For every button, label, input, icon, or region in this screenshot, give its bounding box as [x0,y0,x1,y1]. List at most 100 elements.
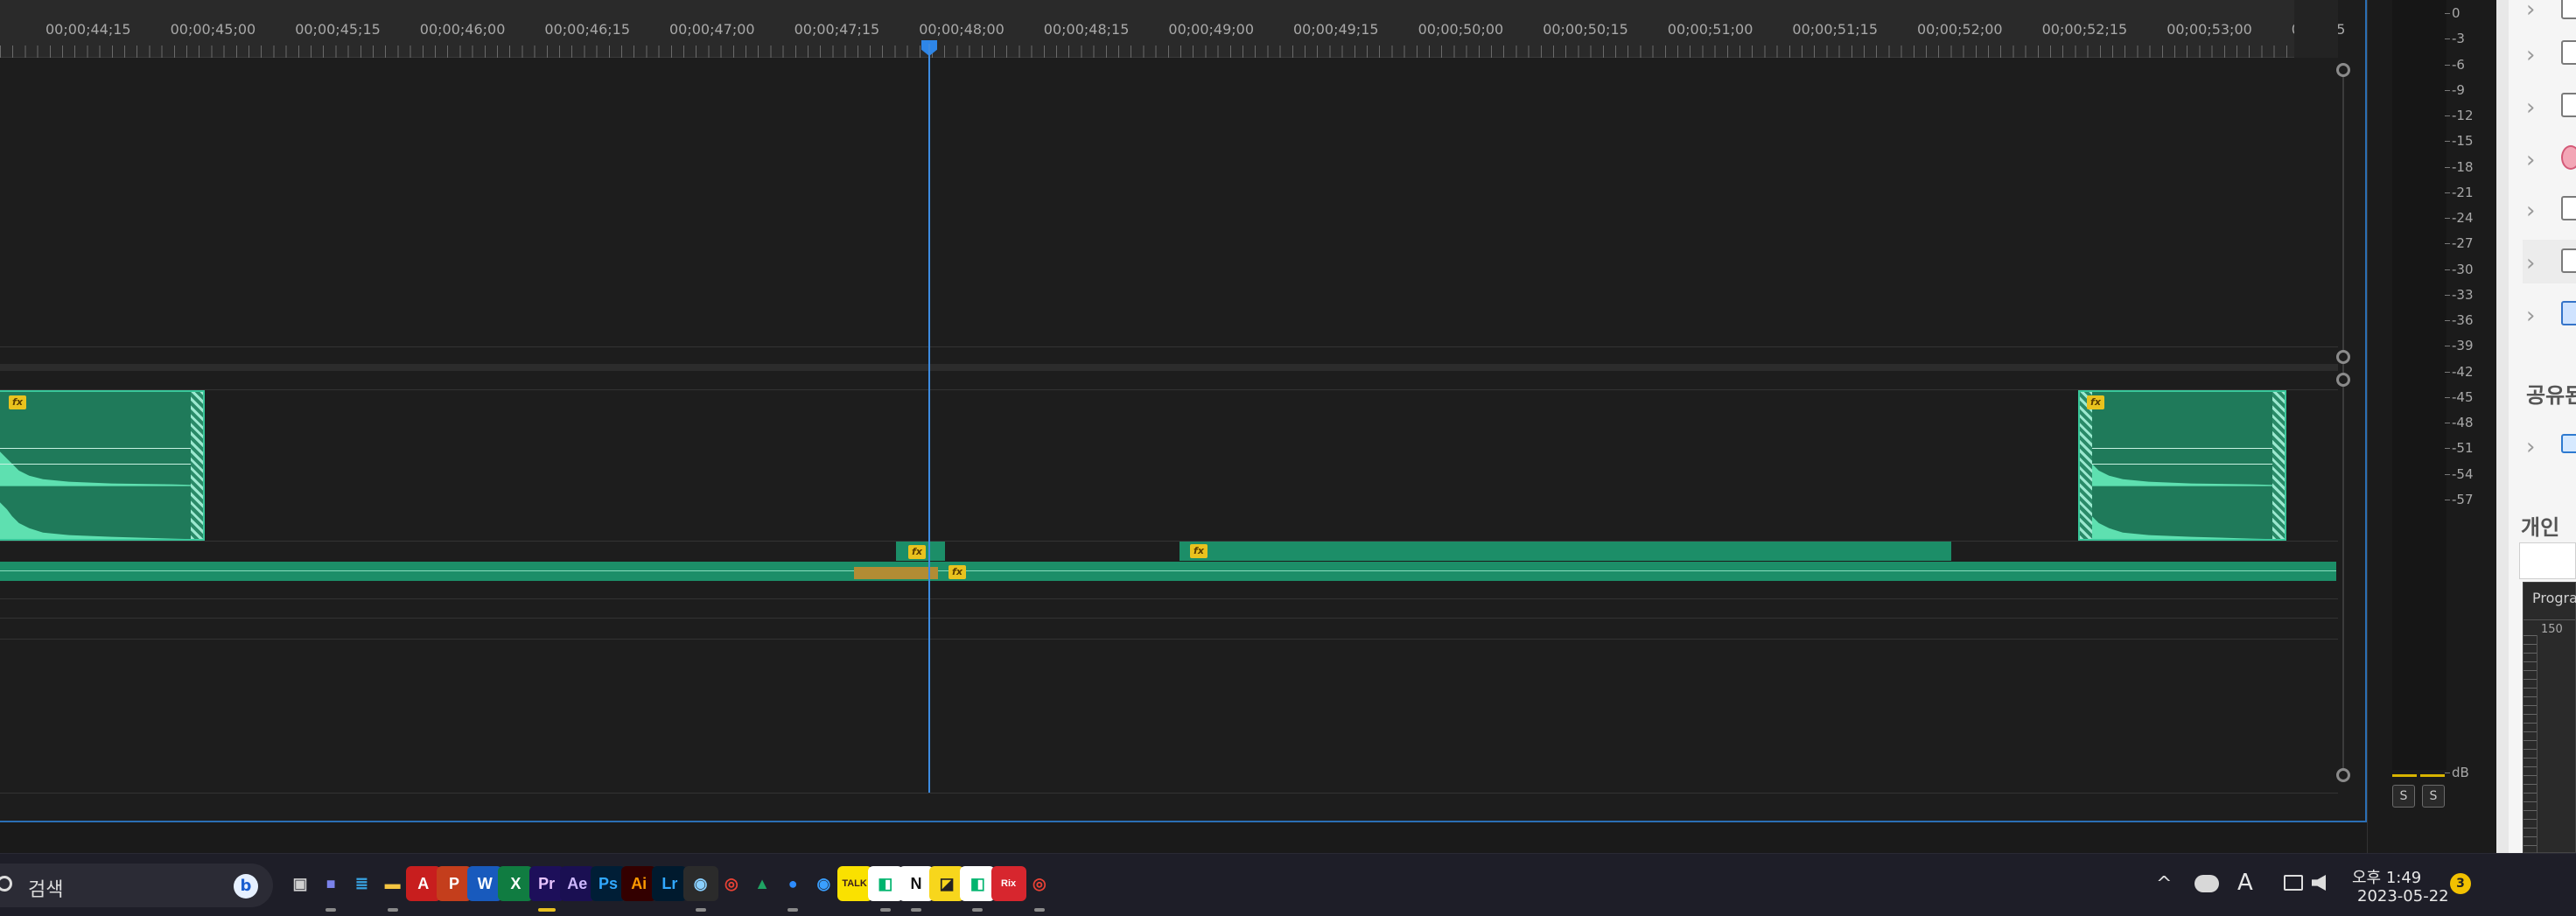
db-tick [2445,218,2450,219]
line-works-2-taskbar-button[interactable]: ◧ [960,866,996,912]
tv-icon [2561,434,2576,453]
google-drive-taskbar-button[interactable]: ▲ [745,866,780,901]
ruler-time-label: 00;00;51;00 [1667,21,1754,38]
ime-indicator[interactable]: A [2237,870,2253,896]
waveform-top [0,451,203,486]
running-indicator [972,908,984,912]
solo-right-button[interactable]: S [2422,785,2445,808]
scroll-knob[interactable] [2336,373,2350,387]
ruler-time-label: 00;00;45;00 [170,21,256,38]
db-tick [2445,243,2450,245]
volume-icon[interactable] [2312,875,2326,891]
db-scale-label: -21 [2452,184,2474,200]
excel-taskbar-button[interactable]: X [498,866,534,901]
time-ruler[interactable]: 00;00;44;15 00;00;45;00 00;00;45;15 00;00;4… [0,0,2345,58]
chevron-right-icon[interactable]: › [2526,434,2535,460]
page-icon [2561,40,2576,65]
acrobat-taskbar-button[interactable]: A [405,866,441,901]
side-panel-item[interactable]: › [2523,187,2576,231]
side-panel-item[interactable]: › [2523,292,2576,336]
sticky-notes-taskbar-button[interactable]: ◪ [929,866,965,901]
bing-icon[interactable]: b [234,874,258,899]
chrome-2-icon: ◎ [1032,875,1046,892]
side-panel-item[interactable]: › [2523,84,2576,128]
running-indicator [537,908,556,912]
db-tick [2445,38,2450,40]
lightroom-taskbar-button[interactable]: Lr [652,866,688,901]
sticky-notes-icon: ◪ [939,875,955,892]
shared-item[interactable]: › [2523,423,2576,467]
teams-taskbar-button[interactable]: ■ [313,866,348,912]
premiere-pro-icon: Pr [538,875,556,892]
side-panel-item[interactable]: › [2523,136,2576,180]
rix-taskbar-button[interactable]: Rix [990,866,1026,901]
ruler-time-label: 00;00;49;00 [1168,21,1254,38]
task-view-taskbar-button[interactable]: ▣ [283,866,318,901]
screen: 00;00;44;15 00;00;45;00 00;00;45;15 00;00;4… [0,0,2576,916]
audio-track-full[interactable] [0,562,2336,581]
rix-icon: Rix [1001,878,1017,889]
chevron-right-icon[interactable]: › [2526,198,2535,224]
fx-badge[interactable]: fx [1190,544,1208,558]
scroll-knob[interactable] [2336,768,2350,782]
kakaotalk-taskbar-button[interactable]: TALK [836,866,872,901]
fx-badge[interactable]: fx [9,395,26,409]
playhead-line[interactable] [928,44,930,793]
chevron-right-icon[interactable]: › [2526,303,2535,329]
audio-clip-label[interactable] [854,567,938,579]
premiere-pro-taskbar-button[interactable]: Pr [528,866,564,912]
chevron-right-icon[interactable]: › [2526,0,2535,23]
taskbar-search[interactable]: 검색 b [0,864,273,907]
chevron-right-icon[interactable]: › [2526,42,2535,68]
clock-date[interactable]: 2023-05-22 [2357,887,2449,906]
fx-badge[interactable]: fx [2087,395,2104,409]
side-panel-item[interactable]: › [2523,240,2576,283]
notion-taskbar-button[interactable]: N [899,866,934,912]
file-explorer-taskbar-button[interactable]: ▬ [375,866,410,912]
line-works-taskbar-button[interactable]: ◧ [867,866,903,912]
fx-badge[interactable]: fx [948,565,966,579]
solo-left-button[interactable]: S [2392,785,2415,808]
notion-icon: N [910,875,922,892]
monitor-divider [2524,619,2575,620]
audio-clip[interactable]: fx [2078,390,2286,541]
scroll-knob[interactable] [2336,350,2350,364]
tray-chevron-icon[interactable]: ^ [2156,873,2172,895]
running-indicator [911,908,921,912]
audio-clip[interactable]: fx [0,390,205,541]
channel-line [2080,464,2285,465]
zoom-taskbar-button[interactable]: ● [775,866,810,912]
notepad-icon: ≣ [354,875,368,892]
onedrive-icon[interactable] [2194,875,2219,892]
powerpoint-taskbar-button[interactable]: P [437,866,472,901]
side-panel-item[interactable]: › [2523,0,2576,30]
ruler-time-label: 00;00;52;00 [1917,21,2003,38]
network-icon[interactable] [2284,875,2303,891]
vertical-scroll-track[interactable] [2342,70,2344,779]
chevron-right-icon[interactable]: › [2526,250,2535,276]
word-taskbar-button[interactable]: W [467,866,503,901]
photoshop-taskbar-button[interactable]: Ps [591,866,626,901]
scroll-knob[interactable] [2336,63,2350,77]
google-drive-icon: ▲ [754,875,770,892]
db-tick [2445,294,2450,296]
illustrator-taskbar-button[interactable]: Ai [621,866,657,901]
chrome-2-taskbar-button[interactable]: ◎ [1022,866,1057,912]
db-tick [2445,141,2450,143]
notification-badge[interactable]: 3 [2450,873,2471,894]
clock-time[interactable]: 오후 1:49 [2352,865,2421,888]
side-panel-item[interactable]: › [2523,31,2576,75]
notepad-taskbar-button[interactable]: ≣ [344,866,379,901]
db-scale-label: -30 [2452,261,2474,277]
after-effects-taskbar-button[interactable]: Ae [559,866,595,901]
messenger-taskbar-button[interactable]: ◉ [806,866,841,901]
db-tick [2445,166,2450,168]
chevron-right-icon[interactable]: › [2526,147,2535,173]
chevron-right-icon[interactable]: › [2526,94,2535,121]
brain-icon [2561,145,2576,170]
fx-badge[interactable]: fx [908,545,926,559]
search-field[interactable] [2519,542,2576,579]
audio-clip-long[interactable] [1180,542,1951,561]
chrome-taskbar-button[interactable]: ◎ [714,866,749,901]
davinci-resolve-taskbar-button[interactable]: ◉ [682,866,718,912]
